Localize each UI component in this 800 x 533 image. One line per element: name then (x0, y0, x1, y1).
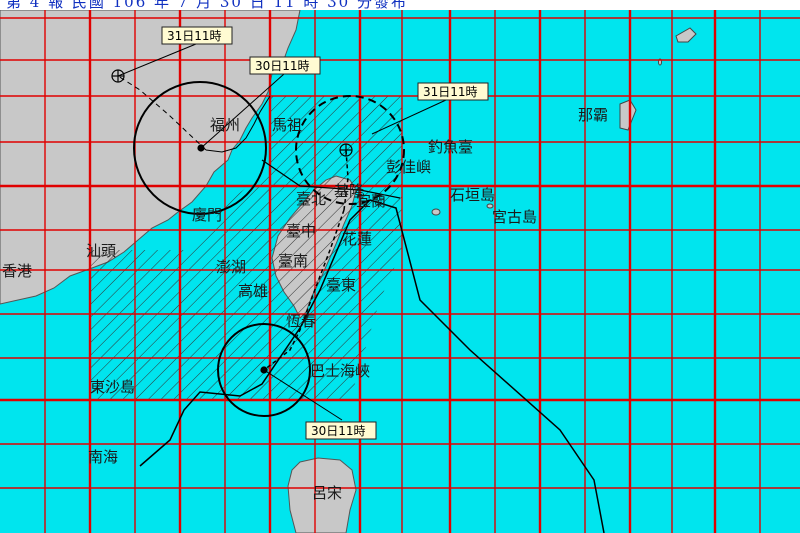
label-bashi: 巴士海峽 (310, 362, 370, 380)
bulletin-header-text: 第 4 報 民國 106 年 7 月 30 日 11 時 30 分發布 (6, 0, 408, 10)
label-hengchun: 恆春 (286, 312, 316, 330)
label-yilan: 宜蘭 (356, 192, 386, 210)
label-kaohsiung: 高雄 (238, 282, 268, 300)
label-tainan: 臺南 (278, 252, 308, 270)
label-mazu: 馬祖 (272, 116, 302, 134)
svg-text:31日11時: 31日11時 (423, 85, 478, 99)
svg-text:30日11時: 30日11時 (255, 59, 310, 73)
label-hualien: 花蓮 (342, 230, 372, 248)
svg-text:31日11時: 31日11時 (167, 29, 222, 43)
svg-text:30日11時: 30日11時 (311, 424, 366, 438)
label-shantou: 汕頭 (86, 242, 116, 260)
bulletin-header: 第 4 報 民國 106 年 7 月 30 日 11 時 30 分發布 (0, 0, 800, 10)
time-label-a-next: 31日11時 (161, 26, 233, 45)
label-taichung: 臺中 (286, 222, 316, 240)
forecast-center-b-icon (339, 143, 353, 157)
label-ishigaki: 石垣島 (450, 186, 495, 204)
time-label-b-now: 30日11時 (305, 421, 377, 440)
label-pengjia: 彭佳嶼 (386, 158, 431, 176)
label-taitung: 臺東 (326, 276, 356, 294)
label-hongkong: 香港 (2, 262, 32, 280)
label-miyako: 宮古島 (492, 208, 537, 226)
label-luzon: 呂宋 (312, 484, 342, 502)
label-diaoyutai: 釣魚臺 (428, 138, 473, 156)
time-label-a-now: 30日11時 (249, 56, 321, 75)
label-dongsha: 東沙島 (90, 378, 135, 396)
time-label-b-next: 31日11時 (417, 82, 489, 101)
label-naha: 那霸 (578, 106, 608, 124)
label-xiamen: 廈門 (192, 206, 222, 224)
label-penghu: 澎湖 (216, 258, 246, 276)
label-fuzhou: 福州 (210, 116, 240, 134)
label-south-sea: 南海 (88, 448, 118, 466)
label-taipei: 臺北 (296, 190, 326, 208)
typhoon-forecast-map: 30日11時 31日11時 30日11時 31日11時 福州 馬祖 基隆 臺北 … (0, 0, 800, 533)
